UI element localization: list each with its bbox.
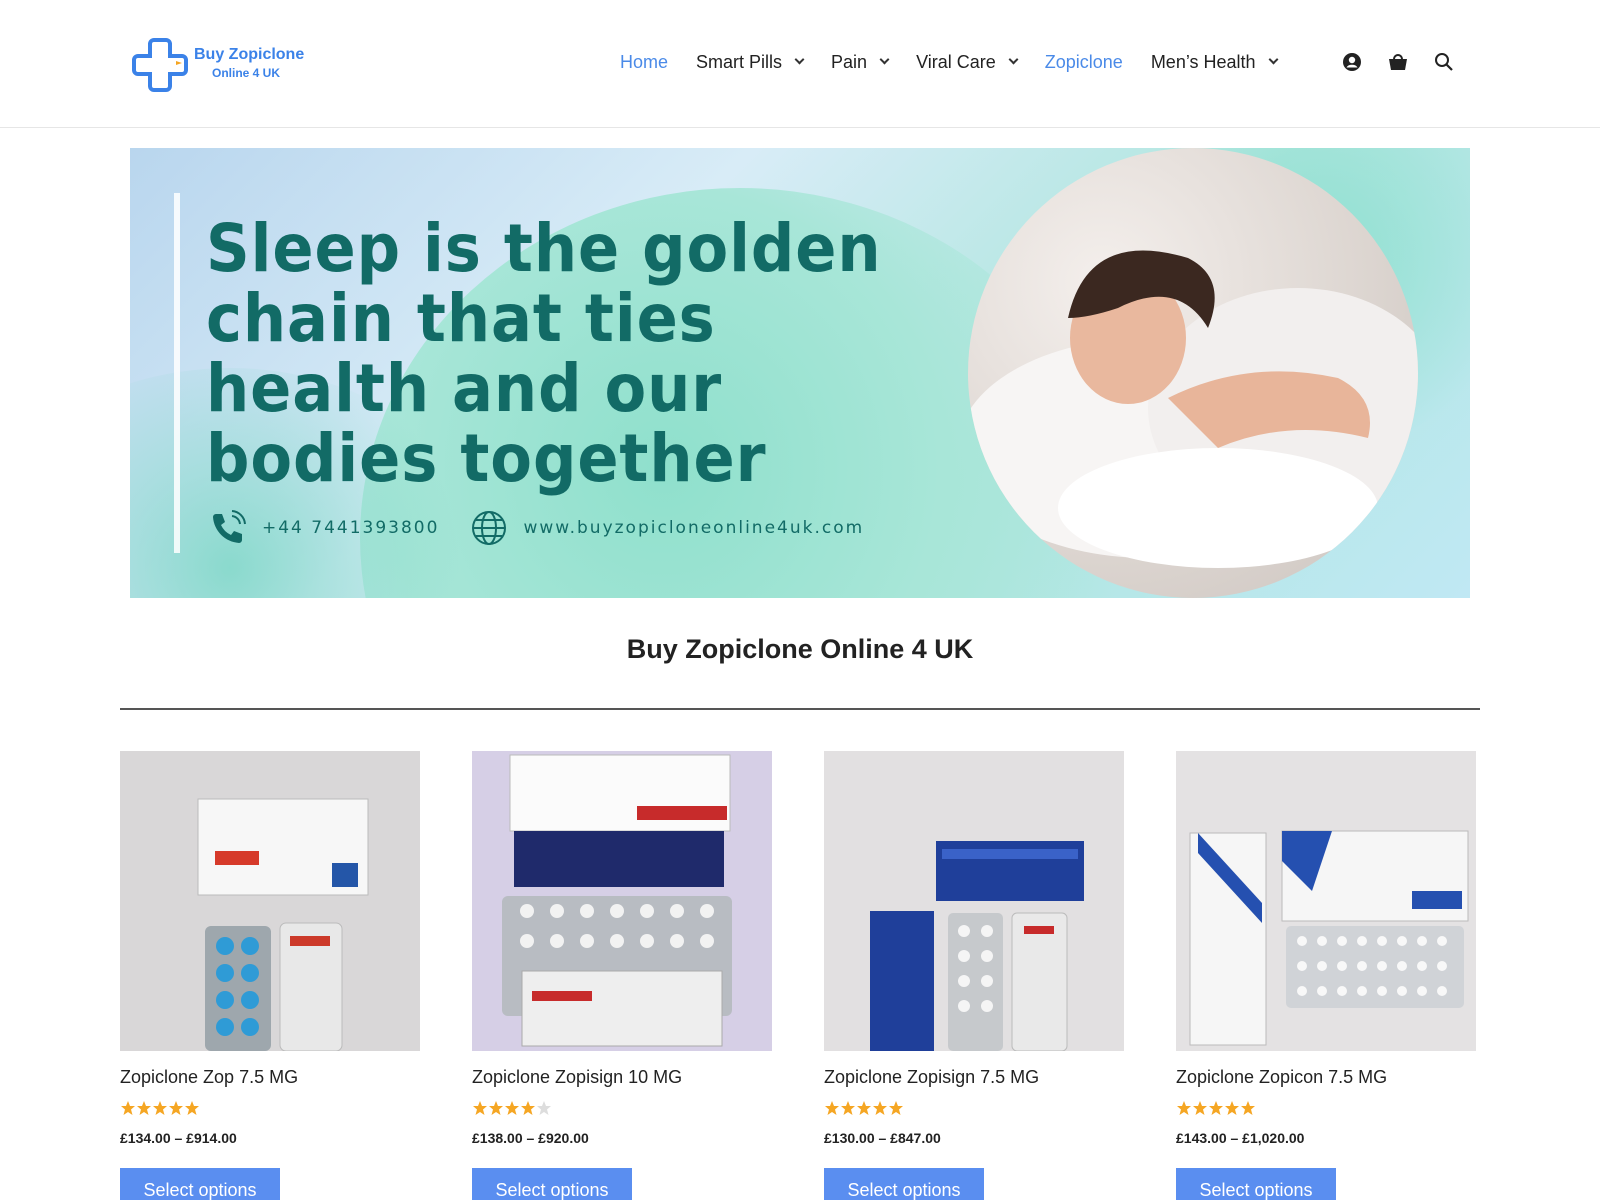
star-icon: [505, 1101, 519, 1115]
sleeping-woman-image: [968, 148, 1418, 598]
star-icon: [169, 1101, 183, 1115]
star-icon: [841, 1101, 855, 1115]
hero-contact: +44 7441393800 www.buyzopicloneonline4uk…: [208, 508, 864, 548]
nav-home[interactable]: Home: [620, 52, 668, 73]
star-icon: [121, 1101, 135, 1115]
product-image[interactable]: [472, 751, 772, 1051]
product-card: Zopiclone Zopisign 10 MG £138.00 – £920.…: [472, 751, 772, 1200]
product-image[interactable]: [824, 751, 1124, 1051]
site-header: Buy Zopiclone Online 4 UK Home Smart Pil…: [0, 0, 1600, 128]
product-title[interactable]: Zopiclone Zopisign 7.5 MG: [824, 1067, 1124, 1088]
site-logo[interactable]: Buy Zopiclone Online 4 UK: [132, 34, 322, 94]
product-title[interactable]: Zopiclone Zop 7.5 MG: [120, 1067, 420, 1088]
star-icon: [1209, 1101, 1223, 1115]
star-icon: [521, 1101, 535, 1115]
star-icon: [153, 1101, 167, 1115]
star-icon: [1193, 1101, 1207, 1115]
star-icon: [873, 1101, 887, 1115]
chevron-down-icon: [794, 54, 805, 65]
nav-pain[interactable]: Pain: [831, 52, 890, 73]
chevron-down-icon: [1008, 54, 1019, 65]
product-card: Zopiclone Zop 7.5 MG £134.00 – £914.00 S…: [120, 751, 420, 1200]
section-divider: [120, 708, 1480, 710]
product-price: £143.00 – £1,020.00: [1176, 1130, 1305, 1146]
star-icon: [137, 1101, 151, 1115]
select-options-button[interactable]: Select options: [472, 1168, 632, 1200]
nav-smart-pills[interactable]: Smart Pills: [696, 52, 805, 73]
product-price: £130.00 – £847.00: [824, 1130, 941, 1146]
star-icon: [889, 1101, 903, 1115]
star-icon: [1241, 1101, 1255, 1115]
product-price: £134.00 – £914.00: [120, 1130, 237, 1146]
star-icon: [537, 1101, 551, 1115]
chevron-down-icon: [1268, 54, 1278, 65]
star-icon: [857, 1101, 871, 1115]
phone-icon: [213, 510, 246, 543]
rating-stars: [824, 1100, 1124, 1118]
nav-zopiclone[interactable]: Zopiclone: [1045, 52, 1123, 73]
nav-viral-care[interactable]: Viral Care: [916, 52, 1019, 73]
section-title: Buy Zopiclone Online 4 UK: [626, 634, 974, 664]
rating-stars: [472, 1100, 772, 1118]
hero-accent-bar: [174, 193, 180, 553]
product-image[interactable]: [120, 751, 420, 1051]
product-title[interactable]: Zopiclone Zopisign 10 MG: [472, 1067, 772, 1088]
product-price: £138.00 – £920.00: [472, 1130, 589, 1146]
header-actions: [1340, 50, 1478, 74]
select-options-button[interactable]: Select options: [120, 1168, 280, 1200]
nav-mens-health[interactable]: Men’s Health: [1151, 52, 1278, 73]
star-icon: [185, 1101, 199, 1115]
account-icon[interactable]: [1340, 50, 1364, 74]
medical-cross-icon: [132, 38, 188, 92]
chevron-down-icon: [879, 54, 890, 65]
rating-stars: [1176, 1100, 1476, 1118]
product-image[interactable]: [1176, 751, 1476, 1051]
globe-icon: [472, 511, 507, 545]
logo-title: Buy Zopiclone: [194, 46, 305, 63]
hero-banner[interactable]: Sleep is the golden chain that ties heal…: [130, 148, 1470, 598]
hero-quote: Sleep is the golden chain that ties heal…: [206, 210, 882, 497]
search-icon[interactable]: [1432, 50, 1456, 74]
star-icon: [473, 1101, 487, 1115]
star-icon: [1177, 1101, 1191, 1115]
hero-website: www.buyzopicloneonline4uk.com: [523, 518, 865, 538]
product-card: Zopiclone Zopicon 7.5 MG £143.00 – £1,02…: [1176, 751, 1476, 1200]
rating-stars: [120, 1100, 420, 1118]
star-icon: [489, 1101, 503, 1115]
main-nav: Home Smart Pills Pain Viral Care Zopiclo…: [620, 44, 1305, 80]
product-title[interactable]: Zopiclone Zopicon 7.5 MG: [1176, 1067, 1476, 1088]
logo-subtitle: Online 4 UK: [212, 66, 281, 80]
select-options-button[interactable]: Select options: [1176, 1168, 1336, 1200]
cart-icon[interactable]: [1386, 50, 1410, 74]
product-card: Zopiclone Zopisign 7.5 MG £130.00 – £847…: [824, 751, 1124, 1200]
hero-phone: +44 7441393800: [262, 518, 440, 538]
select-options-button[interactable]: Select options: [824, 1168, 984, 1200]
star-icon: [1225, 1101, 1239, 1115]
star-icon: [825, 1101, 839, 1115]
